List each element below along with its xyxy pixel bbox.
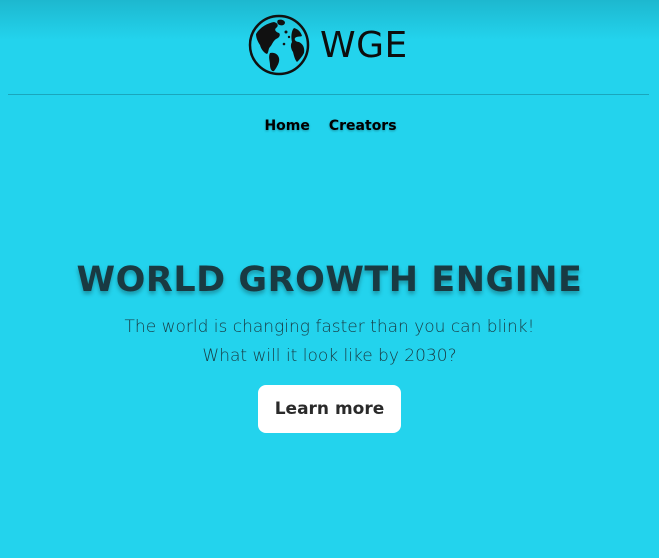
hero-section: WORLD GROWTH ENGINE The world is changin…	[0, 255, 659, 433]
brand[interactable]: WGE	[248, 14, 408, 76]
hero-subtitle: The world is changing faster than you ca…	[0, 313, 659, 371]
brand-name: WGE	[320, 24, 408, 66]
hero-title: WORLD GROWTH ENGINE	[76, 260, 583, 300]
hero-subtitle-line-1: The world is changing faster than you ca…	[124, 317, 535, 337]
site-header: WGE	[0, 0, 659, 95]
hero-subtitle-line-2: What will it look like by 2030?	[202, 346, 457, 366]
nav-link-home[interactable]: Home	[262, 118, 309, 134]
header-divider	[8, 94, 649, 95]
globe-icon	[248, 14, 310, 76]
main-nav: Home Creators	[0, 118, 659, 134]
nav-link-creators[interactable]: Creators	[327, 118, 397, 134]
learn-more-button[interactable]: Learn more	[257, 385, 402, 433]
